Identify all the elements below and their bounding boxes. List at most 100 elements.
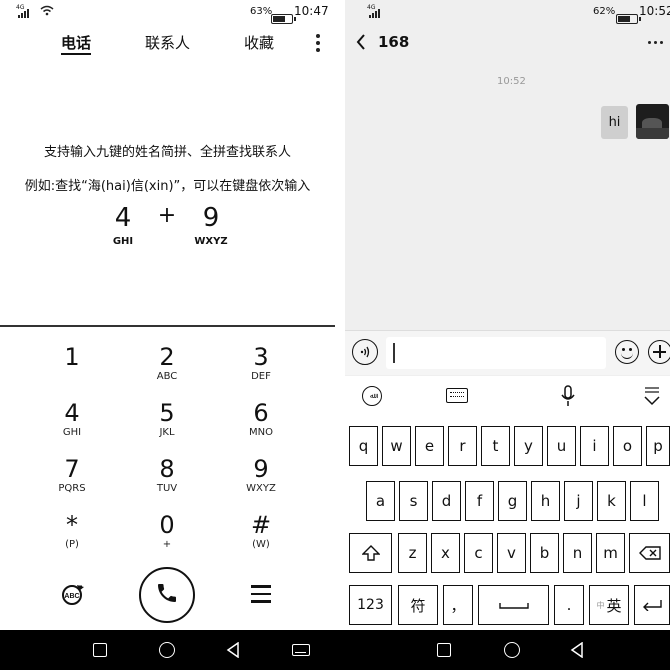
- call-button[interactable]: [139, 567, 195, 623]
- key-8[interactable]: 8 TUV: [127, 455, 207, 505]
- key-t[interactable]: t: [481, 426, 510, 466]
- avatar[interactable]: [636, 104, 669, 139]
- space-key[interactable]: [478, 585, 549, 625]
- tab-contacts[interactable]: 联系人: [145, 32, 190, 53]
- battery-icon: [271, 14, 296, 24]
- key-e[interactable]: e: [415, 426, 444, 466]
- more-menu-icon[interactable]: [316, 34, 320, 55]
- comma-key[interactable]: ，: [443, 585, 473, 625]
- example-digit-2: 9: [202, 203, 220, 233]
- search-hint-2: 例如:查找“海(hai)信(xin)”，可以在键盘依次输入: [24, 179, 311, 194]
- key-3[interactable]: 3 DEF: [221, 343, 301, 393]
- example-digit-1: 4: [114, 203, 132, 233]
- battery-percent-right: 62%: [593, 6, 616, 17]
- key-star[interactable]: * (P): [32, 511, 112, 561]
- back-icon[interactable]: [356, 34, 366, 54]
- clock: 10:47: [294, 4, 329, 18]
- nav-back-icon-right[interactable]: [570, 641, 584, 662]
- key-h[interactable]: h: [531, 481, 560, 521]
- key-1[interactable]: 1: [32, 343, 112, 393]
- nav-recents-icon-right[interactable]: [437, 643, 451, 657]
- nav-home-icon[interactable]: [159, 642, 175, 658]
- key-u[interactable]: u: [547, 426, 576, 466]
- key-s[interactable]: s: [399, 481, 428, 521]
- message-input[interactable]: [386, 337, 606, 369]
- key-x[interactable]: x: [431, 533, 460, 573]
- key-f[interactable]: f: [465, 481, 494, 521]
- key-b[interactable]: b: [530, 533, 559, 573]
- key-o[interactable]: o: [613, 426, 642, 466]
- tab-phone[interactable]: 电话: [61, 32, 91, 53]
- key-4[interactable]: 4 GHI: [32, 399, 112, 449]
- key-v[interactable]: v: [497, 533, 526, 573]
- key-z[interactable]: z: [398, 533, 427, 573]
- key-c[interactable]: c: [464, 533, 493, 573]
- clock-right: 10:52: [639, 4, 670, 18]
- key-d[interactable]: d: [432, 481, 461, 521]
- signal-icon-right: [369, 8, 380, 18]
- wifi-icon: [40, 5, 54, 19]
- message-timestamp: 10:52: [497, 76, 526, 87]
- nav-keyboard-icon[interactable]: [292, 644, 310, 656]
- key-m[interactable]: m: [596, 533, 625, 573]
- enter-key[interactable]: [634, 585, 670, 625]
- dialpad-divider: [0, 325, 335, 327]
- key-a[interactable]: a: [366, 481, 395, 521]
- emoji-icon[interactable]: [615, 340, 639, 364]
- backspace-key[interactable]: [629, 533, 670, 573]
- abc-switch-icon[interactable]: ABC: [60, 583, 86, 605]
- keyboard-switch-icon[interactable]: [446, 388, 468, 403]
- signal-icon: [18, 8, 29, 18]
- battery-percent: 63%: [250, 6, 273, 17]
- nav-recents-icon[interactable]: [93, 643, 107, 657]
- collapse-keyboard-icon[interactable]: [643, 385, 661, 411]
- shift-key[interactable]: [349, 533, 392, 573]
- text-cursor: [393, 343, 395, 363]
- key-y[interactable]: y: [514, 426, 543, 466]
- tab-indicator: [61, 53, 91, 55]
- message-bubble[interactable]: hi: [601, 106, 628, 139]
- menu-icon[interactable]: [251, 585, 271, 603]
- voice-mode-icon[interactable]: [352, 339, 378, 365]
- symbols-key[interactable]: 符: [398, 585, 438, 625]
- search-hint-1: 支持输入九键的姓名简拼、全拼查找联系人: [43, 145, 291, 160]
- tab-favorites[interactable]: 收藏: [244, 32, 274, 53]
- space-icon: [498, 603, 529, 609]
- nav-back-icon[interactable]: [226, 641, 240, 662]
- key-hash[interactable]: # (W): [221, 511, 301, 561]
- backspace-icon: [638, 546, 661, 560]
- key-l[interactable]: l: [630, 481, 659, 521]
- key-i[interactable]: i: [580, 426, 609, 466]
- shift-icon: [361, 545, 380, 561]
- key-g[interactable]: g: [498, 481, 527, 521]
- chat-title: 168: [378, 33, 410, 51]
- language-key[interactable]: 中 英: [589, 585, 629, 625]
- key-q[interactable]: q: [349, 426, 378, 466]
- key-w[interactable]: w: [382, 426, 411, 466]
- key-k[interactable]: k: [597, 481, 626, 521]
- period-key[interactable]: .: [554, 585, 584, 625]
- key-7[interactable]: 7 PQRS: [32, 455, 112, 505]
- key-9[interactable]: 9 WXYZ: [221, 455, 301, 505]
- svg-text:ABC: ABC: [64, 593, 79, 600]
- microphone-icon[interactable]: [561, 385, 575, 411]
- handwriting-icon[interactable]: ﷲ: [362, 386, 382, 406]
- key-r[interactable]: r: [448, 426, 477, 466]
- key-6[interactable]: 6 MNO: [221, 399, 301, 449]
- key-2[interactable]: 2 ABC: [127, 343, 207, 393]
- add-icon[interactable]: [648, 340, 670, 364]
- language-label: 英: [606, 596, 622, 615]
- key-p[interactable]: p: [646, 426, 670, 466]
- more-options-icon[interactable]: [648, 41, 663, 44]
- key-n[interactable]: n: [563, 533, 592, 573]
- key-j[interactable]: j: [564, 481, 593, 521]
- key-0[interactable]: 0 +: [127, 511, 207, 561]
- numbers-key[interactable]: 123: [349, 585, 392, 625]
- key-5[interactable]: 5 JKL: [127, 399, 207, 449]
- nav-home-icon-right[interactable]: [504, 642, 520, 658]
- enter-icon: [643, 600, 662, 611]
- example-letters-1: GHI: [112, 236, 134, 247]
- example-plus: +: [157, 203, 177, 228]
- phone-icon: [155, 581, 179, 609]
- example-letters-2: WXYZ: [194, 236, 228, 247]
